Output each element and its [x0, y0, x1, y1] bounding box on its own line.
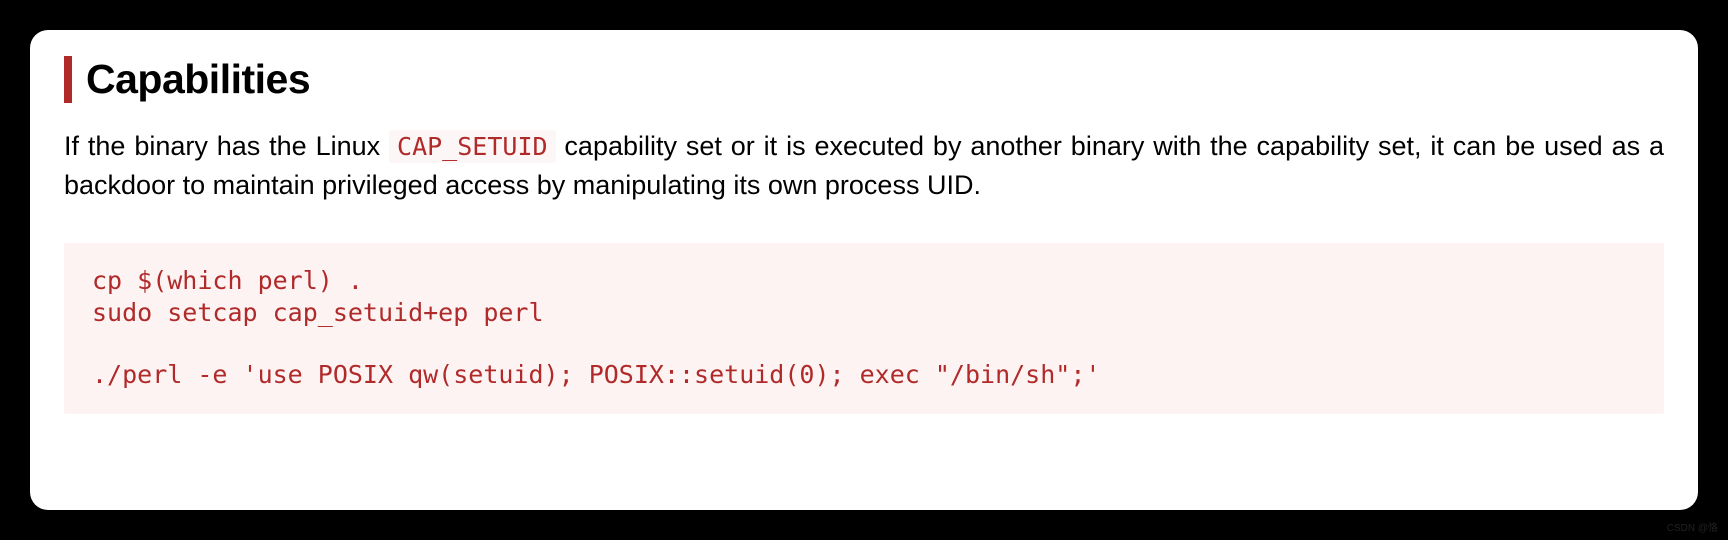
watermark: CSDN @恪: [1667, 519, 1718, 534]
section-heading: Capabilities: [64, 56, 1664, 103]
code-block: cp $(which perl) . sudo setcap cap_setui…: [64, 243, 1664, 414]
description-text-1: If the binary has the Linux: [64, 131, 389, 161]
content-card: Capabilities If the binary has the Linux…: [30, 30, 1698, 510]
heading-accent-bar: [64, 56, 72, 103]
code-content: cp $(which perl) . sudo setcap cap_setui…: [92, 265, 1636, 390]
heading-text: Capabilities: [86, 56, 310, 103]
description-paragraph: If the binary has the Linux CAP_SETUID c…: [64, 127, 1664, 205]
inline-code-capability: CAP_SETUID: [389, 130, 556, 163]
